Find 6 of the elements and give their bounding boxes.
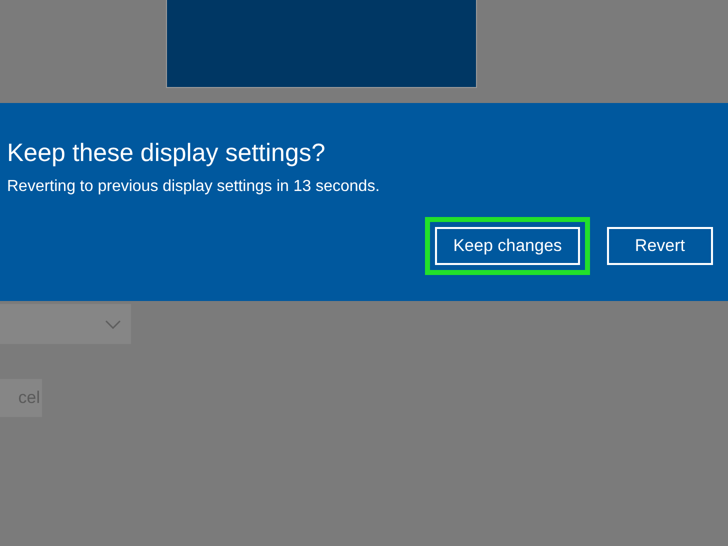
dialog-title: Keep these display settings?: [7, 138, 326, 169]
revert-button[interactable]: Revert: [606, 227, 713, 265]
dropdown[interactable]: [0, 304, 131, 344]
chevron-down-icon: [105, 320, 121, 328]
keep-changes-button[interactable]: Keep changes: [435, 227, 580, 265]
dialog-message: Reverting to previous display settings in 13 seconds.: [7, 177, 380, 197]
